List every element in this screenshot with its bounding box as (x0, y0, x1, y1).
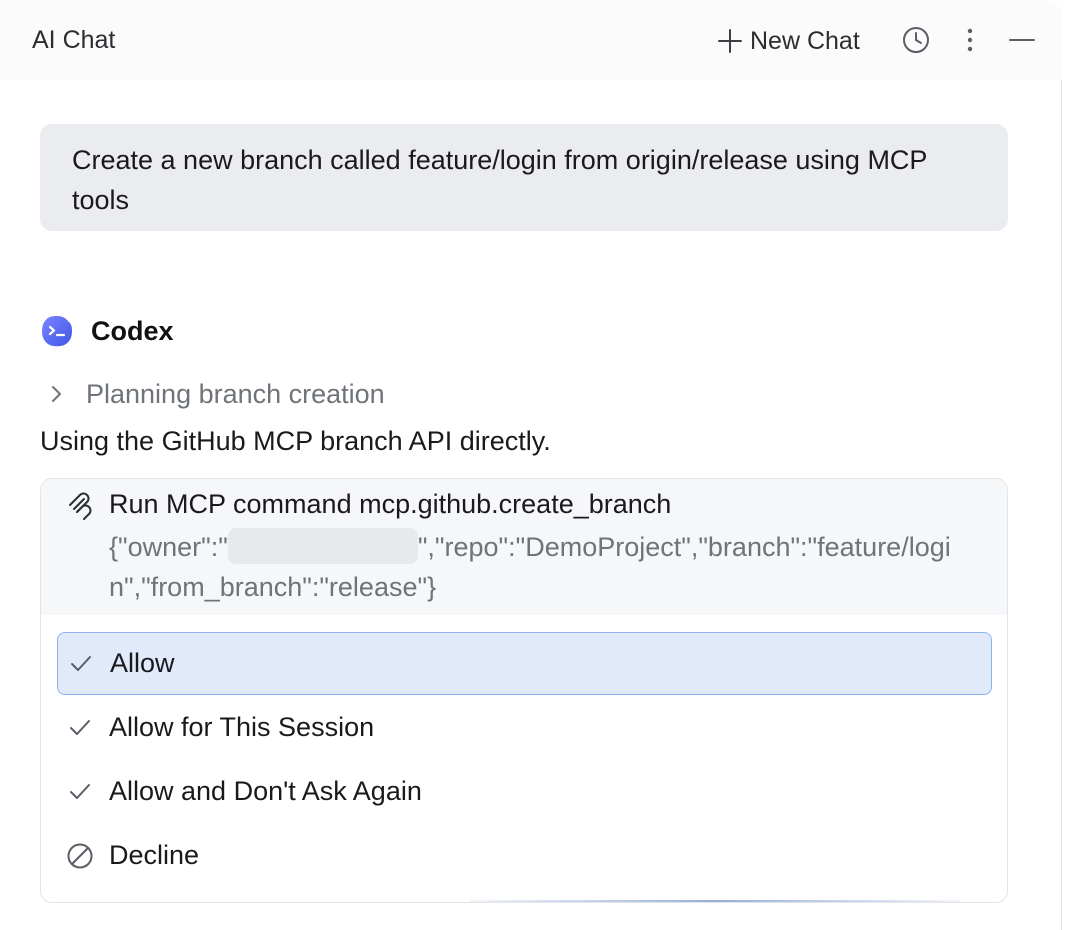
new-chat-button[interactable]: New Chat (716, 24, 860, 58)
agent-name: Codex (91, 315, 174, 346)
tool-call-summary: Run MCP command mcp.github.create_branch… (41, 479, 1007, 615)
decline-option[interactable]: Decline (57, 824, 992, 887)
chevron-right-icon (52, 386, 61, 402)
chat-header: AI Chat New Chat (0, 0, 1062, 80)
more-vertical-icon[interactable] (954, 24, 986, 56)
focus-indicator (470, 900, 960, 902)
check-icon (71, 655, 91, 671)
tool-args-start: {"owner":" (109, 532, 228, 562)
ai-chat-panel: AI Chat New Chat Create a new branch cal… (0, 0, 1062, 930)
check-icon (70, 783, 90, 799)
thinking-label: Planning branch creation (86, 378, 385, 409)
user-message-text: Create a new branch called feature/login… (72, 145, 927, 215)
allow-option[interactable]: Allow (57, 632, 992, 695)
prohibited-icon (67, 843, 93, 868)
user-message-bubble: Create a new branch called feature/login… (40, 124, 1008, 231)
codex-logo-icon (42, 316, 72, 347)
history-icon[interactable] (900, 24, 932, 56)
agent-reply-text: Using the GitHub MCP branch API directly… (40, 426, 551, 456)
decline-label: Decline (109, 840, 200, 870)
thinking-toggle[interactable]: Planning branch creation (44, 375, 385, 413)
check-icon (70, 719, 90, 735)
redacted-owner (227, 527, 418, 564)
plus-icon (718, 29, 742, 53)
mcp-tool-icon (69, 492, 92, 520)
allow-always-label: Allow and Don't Ask Again (109, 776, 422, 806)
minimize-icon[interactable] (1006, 24, 1038, 56)
tool-command: Run MCP command mcp.github.create_branch (109, 489, 672, 519)
new-chat-label: New Chat (750, 26, 860, 55)
allow-label: Allow (110, 648, 175, 678)
tool-permission-card: Run MCP command mcp.github.create_branch… (40, 478, 1008, 903)
allow-always-option[interactable]: Allow and Don't Ask Again (57, 760, 992, 823)
tool-arguments: {"owner":" ","repo":"DemoProject","branch… (109, 527, 989, 607)
allow-session-label: Allow for This Session (109, 712, 375, 742)
panel-title: AI Chat (32, 26, 116, 54)
allow-session-option[interactable]: Allow for This Session (57, 696, 992, 759)
agent-header: Codex (40, 312, 174, 350)
